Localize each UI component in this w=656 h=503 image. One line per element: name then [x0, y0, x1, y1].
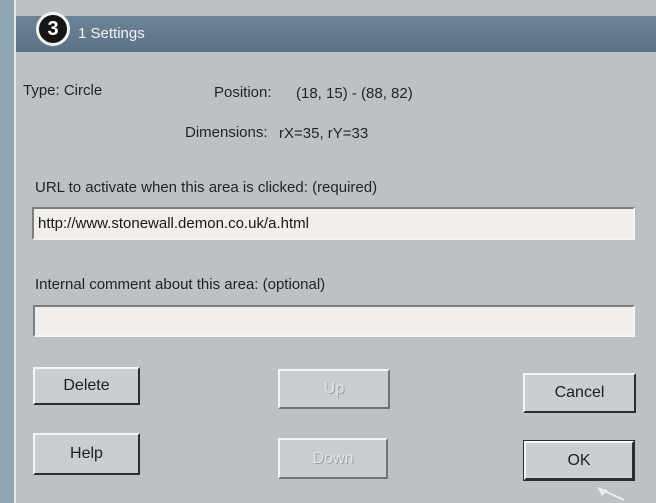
position-label: Position: — [214, 84, 272, 101]
type-label: Type: Circle — [23, 82, 103, 99]
cancel-button[interactable]: Cancel — [523, 373, 636, 413]
delete-button[interactable]: Delete — [33, 367, 140, 405]
dialog-title: 1 Settings — [78, 25, 145, 42]
dimensions-label: Dimensions: — [185, 124, 268, 141]
position-value: (18, 15) - (88, 82) — [296, 85, 413, 102]
dimensions-value: rX=35, rY=33 — [279, 125, 369, 142]
down-button[interactable]: Down — [278, 438, 388, 479]
url-field-label: URL to activate when this area is clicke… — [35, 179, 378, 196]
title-bar[interactable]: 1 Settings — [16, 16, 656, 52]
mouse-pointer-icon — [597, 487, 625, 501]
settings-dialog: 1 Settings 3 Type: Circle Position: (18,… — [14, 0, 656, 503]
comment-input[interactable] — [33, 305, 635, 337]
help-button[interactable]: Help — [33, 433, 140, 475]
ok-button[interactable]: OK — [523, 440, 635, 481]
step-number-badge: 3 — [36, 12, 70, 46]
up-button[interactable]: Up — [278, 369, 390, 409]
comment-field-label: Internal comment about this area: (optio… — [35, 276, 326, 293]
url-input[interactable] — [32, 207, 635, 240]
